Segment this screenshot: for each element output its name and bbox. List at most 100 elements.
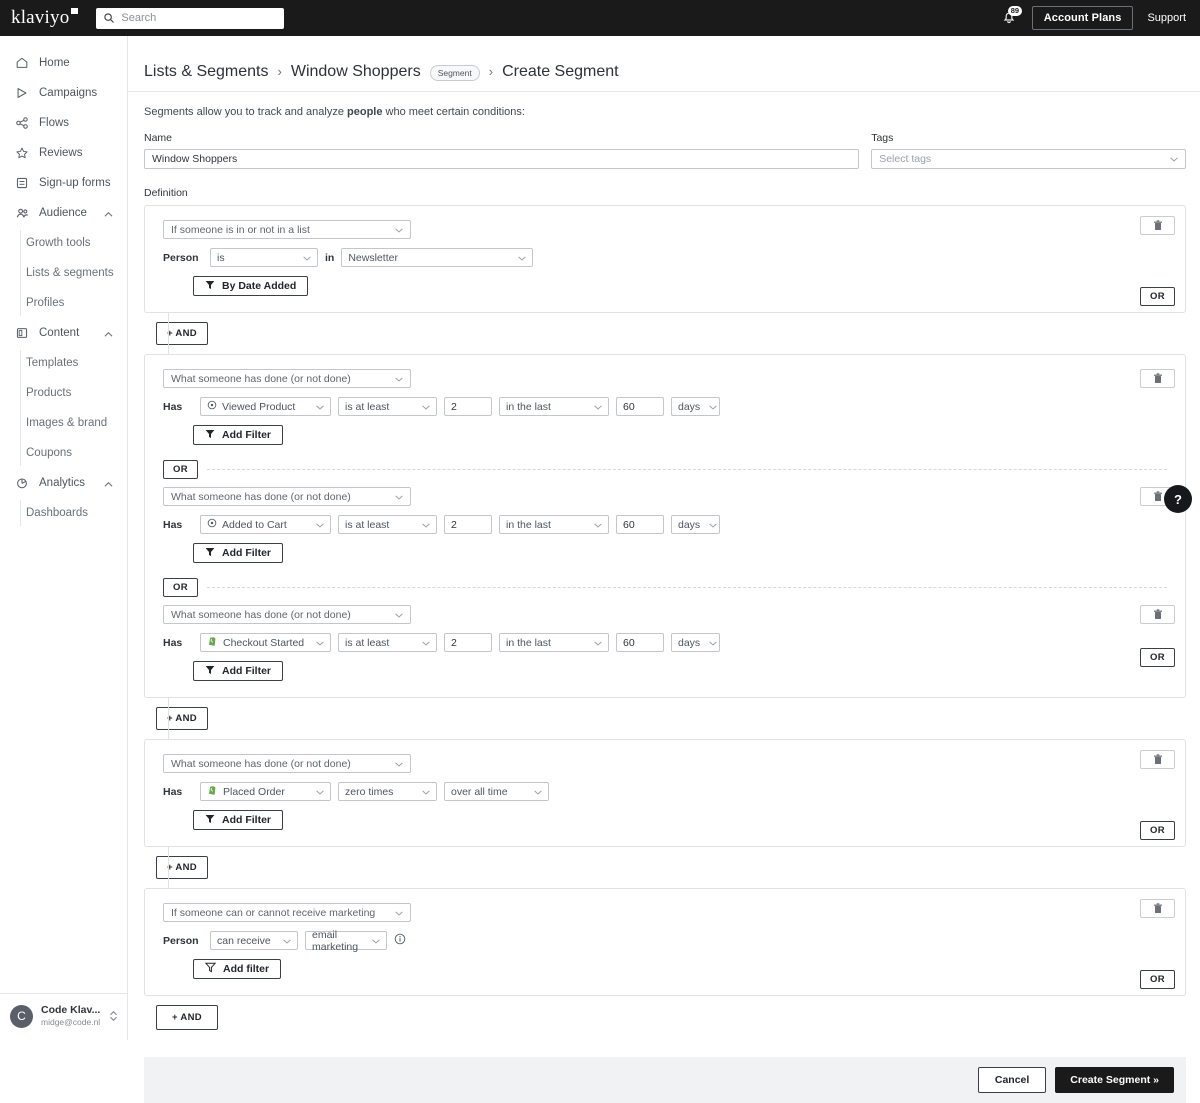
account-switcher[interactable]: C Code Klav... midge@code.nl: [0, 993, 128, 1028]
consent-operator-select[interactable]: can receive: [210, 931, 298, 950]
trigger-select[interactable]: What someone has done (or not done): [163, 487, 411, 506]
info-icon[interactable]: [394, 933, 406, 948]
chevron-down-icon: [594, 401, 602, 413]
or-button[interactable]: OR: [163, 578, 199, 597]
sidebar-item-label: Reviews: [39, 147, 83, 159]
row-joiner: in: [325, 251, 335, 264]
add-and-button[interactable]: + AND: [156, 322, 208, 345]
top-bar: klaviyo Search 89 Account Plans Support: [0, 0, 1200, 36]
sidebar-item-images-brand[interactable]: Images & brand: [26, 408, 127, 438]
or-button[interactable]: OR: [1139, 821, 1175, 840]
sidebar-item-coupons[interactable]: Coupons: [26, 438, 127, 468]
timeframe-select[interactable]: in the last: [499, 633, 609, 652]
chevron-down-icon: [709, 519, 717, 531]
trash-icon: [1153, 220, 1162, 230]
metric-select[interactable]: Placed Order: [200, 782, 331, 801]
delete-condition-button[interactable]: [1140, 369, 1175, 388]
notifications-button[interactable]: 89: [1000, 6, 1023, 28]
chevron-down-icon: [395, 491, 403, 503]
count-input[interactable]: 2: [444, 515, 492, 534]
sidebar-group-content[interactable]: Content: [0, 318, 127, 348]
delete-condition-button[interactable]: [1140, 899, 1175, 918]
add-filter-button[interactable]: Add Filter: [193, 543, 283, 563]
account-plans-button[interactable]: Account Plans: [1031, 6, 1134, 30]
trigger-select[interactable]: What someone has done (or not done): [163, 369, 411, 388]
count-input[interactable]: 2: [444, 397, 492, 416]
add-filter-button[interactable]: Add Filter: [193, 661, 283, 681]
sidebar-item-flows[interactable]: Flows: [0, 108, 127, 138]
row-prefix: Has: [163, 636, 183, 649]
or-button[interactable]: OR: [1139, 970, 1175, 989]
unit-select[interactable]: days: [671, 633, 720, 652]
channel-select[interactable]: email marketing: [305, 929, 387, 953]
comparator-select[interactable]: zero times: [338, 782, 437, 801]
klaviyo-logo[interactable]: klaviyo: [11, 7, 79, 29]
breadcrumb-root[interactable]: Lists & Segments: [144, 63, 269, 81]
help-button[interactable]: ?: [1164, 485, 1192, 513]
list-value-select[interactable]: Newsletter: [341, 248, 534, 267]
breadcrumb-parent[interactable]: Window Shoppers: [291, 63, 421, 81]
or-button[interactable]: OR: [1139, 287, 1175, 306]
delete-condition-button[interactable]: [1140, 750, 1175, 769]
trigger-select[interactable]: What someone has done (or not done): [163, 754, 411, 773]
trigger-select[interactable]: What someone has done (or not done): [163, 605, 411, 624]
comparator-select[interactable]: is at least: [338, 397, 437, 416]
timeframe-select[interactable]: over all time: [444, 782, 549, 801]
count-value: 2: [451, 400, 457, 413]
by-date-added-button[interactable]: By Date Added: [193, 276, 309, 296]
name-input[interactable]: Window Shoppers: [144, 149, 860, 169]
sidebar-item-reviews[interactable]: Reviews: [0, 138, 127, 168]
definition-label: Definition: [144, 187, 188, 199]
sidebar-item-templates[interactable]: Templates: [26, 348, 127, 378]
sidebar-item-campaigns[interactable]: Campaigns: [0, 78, 127, 108]
timeframe-select[interactable]: in the last: [499, 515, 609, 534]
add-and-button[interactable]: + AND: [156, 1005, 218, 1030]
sidebar-group-analytics[interactable]: Analytics: [0, 468, 127, 498]
chevron-down-icon: [316, 637, 324, 649]
sidebar-item-label: Home: [39, 57, 70, 69]
sidebar-item-profiles[interactable]: Profiles: [26, 288, 127, 318]
sidebar-group-label: Audience: [39, 207, 87, 219]
unit-select[interactable]: days: [671, 515, 720, 534]
list-operator-select[interactable]: is: [210, 248, 318, 267]
cancel-button[interactable]: Cancel: [977, 1067, 1047, 1093]
add-filter-button[interactable]: Add Filter: [193, 810, 283, 830]
duration-input[interactable]: 60: [616, 633, 664, 652]
delete-condition-button[interactable]: [1140, 605, 1175, 624]
sidebar-item-signup-forms[interactable]: Sign-up forms: [0, 168, 127, 198]
tags-label: Tags: [871, 132, 894, 144]
or-button[interactable]: OR: [1139, 648, 1175, 667]
duration-input[interactable]: 60: [616, 515, 664, 534]
chevron-down-icon: [372, 935, 380, 947]
or-button[interactable]: OR: [163, 460, 199, 479]
metric-select[interactable]: Viewed Product: [200, 397, 331, 416]
duration-input[interactable]: 60: [616, 397, 664, 416]
trigger-select[interactable]: If someone can or cannot receive marketi…: [163, 903, 411, 922]
add-and-button[interactable]: + AND: [156, 856, 208, 879]
metric-select[interactable]: Added to Cart: [200, 515, 331, 534]
unit-select[interactable]: days: [671, 397, 720, 416]
intro-bold: people: [347, 106, 383, 118]
sidebar-item-growth-tools[interactable]: Growth tools: [26, 228, 127, 258]
comparator-select[interactable]: is at least: [338, 515, 437, 534]
add-filter-button[interactable]: Add filter: [193, 959, 282, 979]
sidebar-item-home[interactable]: Home: [0, 48, 127, 78]
sidebar-group-audience[interactable]: Audience: [0, 198, 127, 228]
sidebar-item-lists-segments[interactable]: Lists & segments: [26, 258, 127, 288]
sidebar-item-dashboards[interactable]: Dashboards: [26, 498, 127, 528]
add-and-button[interactable]: + AND: [156, 707, 208, 730]
delete-condition-button[interactable]: [1140, 216, 1175, 235]
comparator-select[interactable]: is at least: [338, 633, 437, 652]
count-input[interactable]: 2: [444, 633, 492, 652]
support-link[interactable]: Support: [1147, 12, 1186, 24]
timeframe-select[interactable]: in the last: [499, 397, 609, 416]
create-segment-button[interactable]: Create Segment »: [1055, 1067, 1174, 1093]
sidebar-item-products[interactable]: Products: [26, 378, 127, 408]
tags-select[interactable]: Select tags: [871, 149, 1186, 169]
metric-select[interactable]: Checkout Started: [200, 633, 331, 652]
trigger-select[interactable]: If someone is in or not in a list: [163, 220, 411, 239]
search-input[interactable]: Search: [96, 7, 285, 29]
add-filter-button[interactable]: Add Filter: [193, 425, 283, 445]
avatar: C: [10, 1004, 33, 1028]
breadcrumb: Lists & Segments › Window Shoppers Segme…: [128, 36, 1200, 91]
